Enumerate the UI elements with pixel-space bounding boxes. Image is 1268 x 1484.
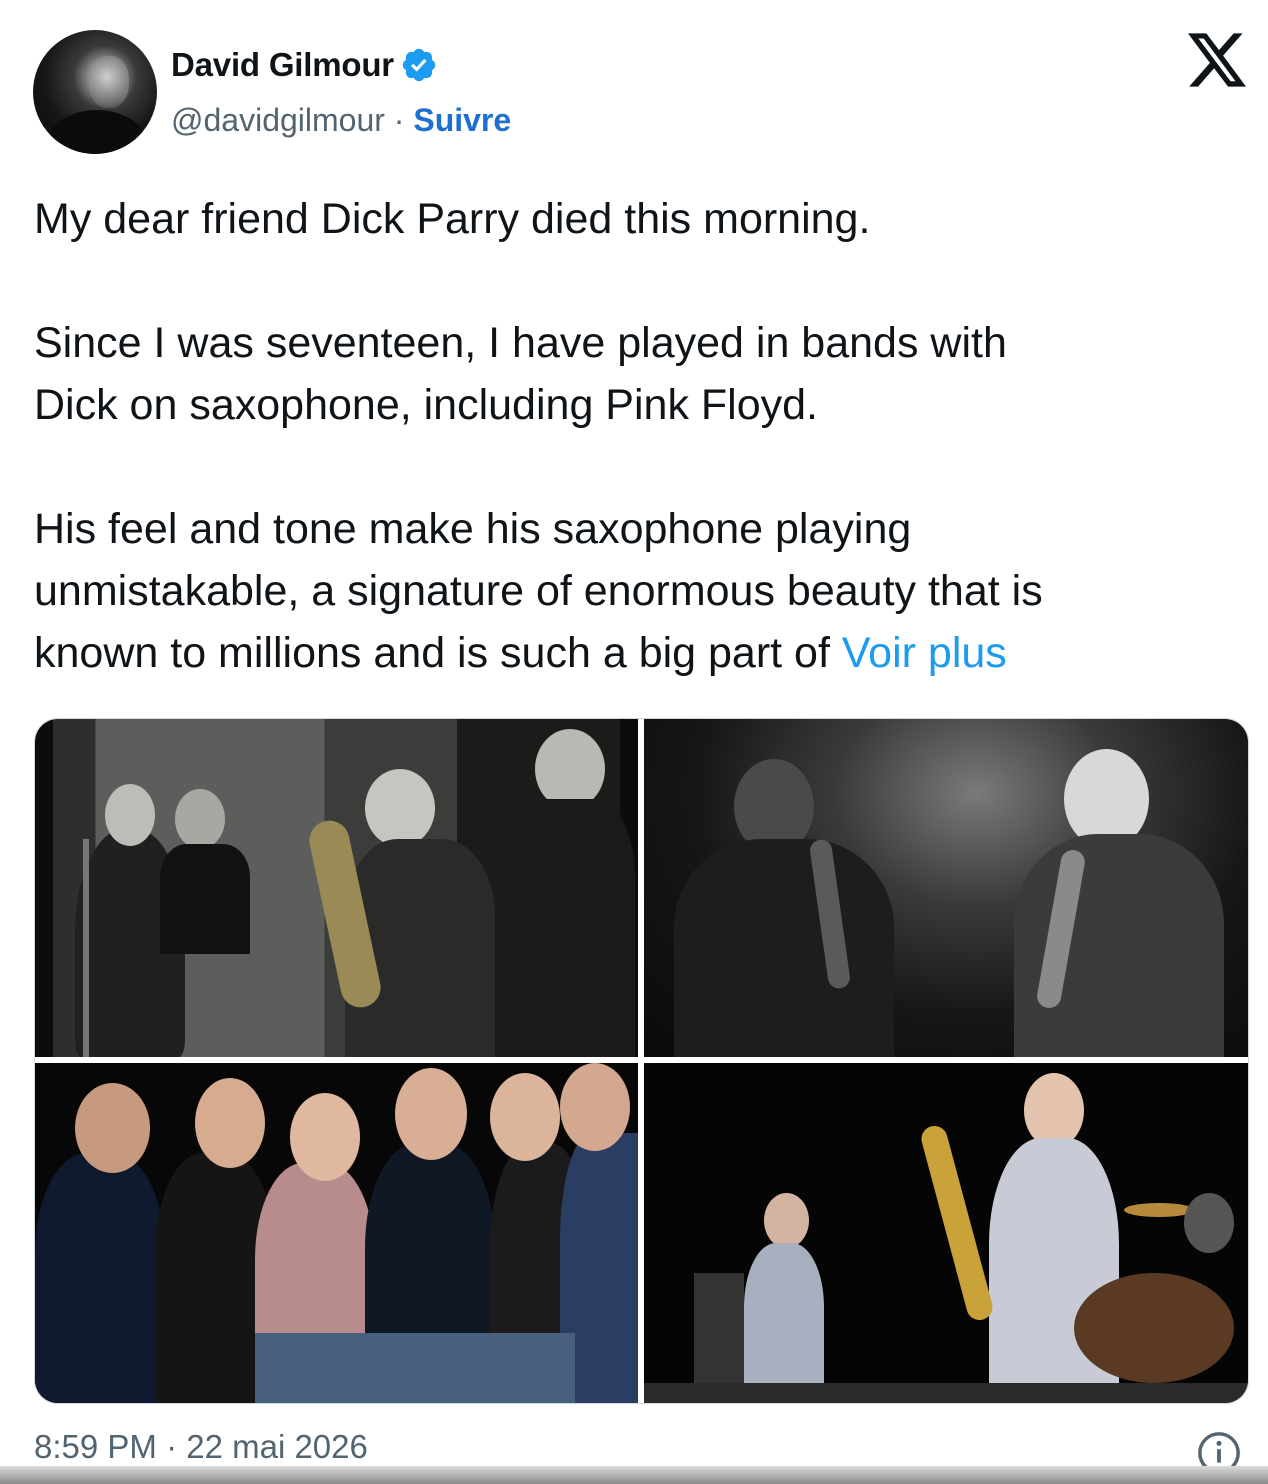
tweet-timestamp[interactable]: 8:59 PM · 22 mai 2026 — [34, 1428, 368, 1466]
show-more-link[interactable]: Voir plus — [842, 629, 1007, 677]
author-handle[interactable]: @davidgilmour — [171, 102, 385, 139]
avatar-shoulders — [47, 110, 147, 154]
author-avatar[interactable] — [33, 30, 157, 154]
follow-button[interactable]: Suivre — [413, 102, 511, 139]
media-photo-3[interactable] — [35, 1063, 638, 1403]
avatar-face — [89, 56, 129, 108]
verified-badge-icon — [402, 48, 436, 82]
media-grid — [34, 718, 1249, 1404]
author-handle-row: @davidgilmour · Suivre — [171, 100, 511, 140]
tweet-text: My dear friend Dick Parry died this morn… — [34, 188, 1254, 684]
author-name[interactable]: David Gilmour — [171, 46, 394, 84]
media-photo-4[interactable] — [644, 1063, 1248, 1403]
author-name-row: David Gilmour — [171, 44, 438, 86]
x-logo-icon[interactable] — [1188, 33, 1246, 87]
media-photo-2[interactable] — [644, 719, 1248, 1057]
tweet-body: My dear friend Dick Parry died this morn… — [34, 195, 1043, 677]
media-photo-1[interactable] — [35, 719, 638, 1057]
bottom-edge-shadow — [0, 1466, 1268, 1484]
handle-separator: · — [384, 101, 414, 138]
